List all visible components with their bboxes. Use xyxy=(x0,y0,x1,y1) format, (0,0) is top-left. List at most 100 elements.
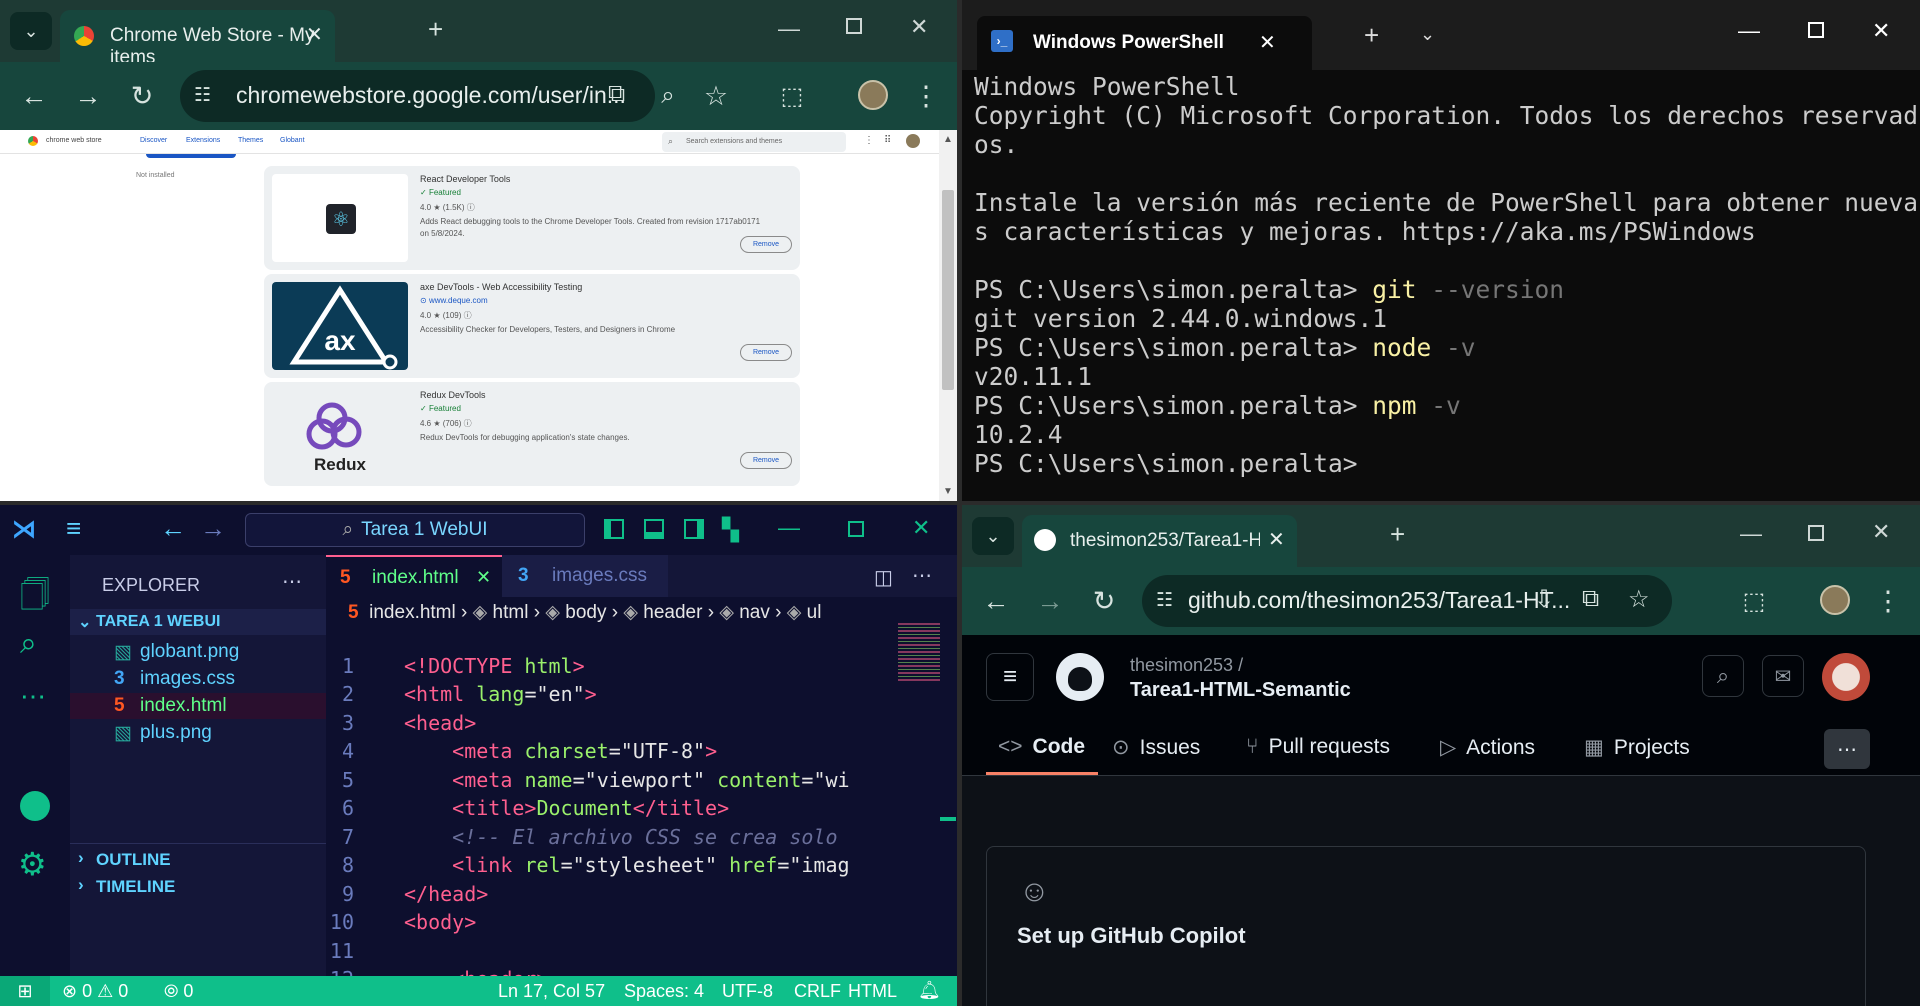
extensions-icon[interactable]: ⬚ xyxy=(1734,581,1774,621)
user-avatar[interactable] xyxy=(1822,653,1870,701)
site-info-icon[interactable]: ☷ xyxy=(194,84,218,108)
maximize-icon[interactable] xyxy=(848,521,864,537)
close-tab-icon[interactable]: ✕ xyxy=(1268,527,1285,552)
profile-avatar[interactable] xyxy=(858,80,888,110)
toggle-panel-icon[interactable] xyxy=(644,519,664,539)
github-logo-icon[interactable] xyxy=(1056,653,1104,701)
accounts-icon[interactable] xyxy=(20,791,50,821)
notifications-bell-icon[interactable]: 🔔︎ xyxy=(918,980,941,1001)
back-icon[interactable]: ← xyxy=(160,513,186,544)
close-window-icon[interactable]: ✕ xyxy=(1872,18,1890,44)
encoding-status[interactable]: UTF-8 xyxy=(722,981,773,1002)
manage-gear-icon[interactable]: ⚙ xyxy=(18,845,47,883)
kebab-menu-icon[interactable]: ⋮ xyxy=(864,135,874,146)
outline-section[interactable]: › OUTLINE xyxy=(70,843,326,869)
breadcrumb-item[interactable]: header xyxy=(643,602,702,623)
remove-button[interactable]: Remove xyxy=(740,344,792,361)
apps-grid-icon[interactable]: ⠿ xyxy=(884,135,891,146)
ports-status[interactable]: ⦾ 0 xyxy=(164,981,193,1002)
editor-more-icon[interactable]: ⋯ xyxy=(912,563,932,588)
breadcrumb-item[interactable]: nav xyxy=(739,602,770,623)
tab-chrome-web-store[interactable]: Chrome Web Store - My items ✕ xyxy=(60,10,335,68)
chrome-menu-icon[interactable]: ⋮ xyxy=(906,76,946,116)
command-center-search[interactable]: ⌕ Tarea 1 WebUI xyxy=(245,513,585,547)
problems-status[interactable]: ⊗ 0 ⚠ 0 xyxy=(62,981,128,1002)
tab-search-button[interactable]: ⌄ xyxy=(972,517,1014,555)
breadcrumb-item[interactable]: html xyxy=(493,602,529,623)
new-tab-icon[interactable]: + xyxy=(428,14,443,45)
minimize-icon[interactable]: — xyxy=(1740,521,1762,547)
minimize-icon[interactable]: — xyxy=(778,16,800,42)
minimap[interactable] xyxy=(898,623,940,683)
close-tab-icon[interactable]: ✕ xyxy=(1259,30,1276,55)
customize-layout-icon[interactable]: ▚ xyxy=(722,517,739,543)
extension-publisher[interactable]: ⊙ www.deque.com xyxy=(420,296,488,305)
cws-search-box[interactable]: ⌕ Search extensions and themes xyxy=(662,132,846,152)
minimize-icon[interactable]: — xyxy=(1738,18,1760,44)
nav-themes[interactable]: Themes xyxy=(238,137,263,144)
back-icon[interactable]: ← xyxy=(14,76,54,116)
toggle-secondary-sidebar-icon[interactable] xyxy=(684,519,704,539)
tab-github[interactable]: thesimon253/Tarea1-HTML-Sem ✕ xyxy=(1022,515,1297,567)
close-window-icon[interactable]: ✕ xyxy=(910,14,928,40)
translate-icon[interactable]: ⧉ xyxy=(1582,585,1599,613)
nav-projects[interactable]: ▦ Projects xyxy=(1584,735,1690,760)
tab-search-button[interactable]: ⌄ xyxy=(10,12,52,50)
extensions-icon[interactable]: ⬚ xyxy=(772,76,812,116)
forward-icon[interactable]: → xyxy=(1030,581,1070,621)
search-icon[interactable]: ⌕ xyxy=(1702,655,1744,697)
maximize-icon[interactable] xyxy=(1808,22,1824,38)
tab-powershell[interactable]: ›_ Windows PowerShell ✕ xyxy=(977,16,1312,70)
nav-issues[interactable]: ⊙ Issues xyxy=(1112,735,1200,760)
remove-button[interactable]: Remove xyxy=(740,452,792,469)
new-tab-icon[interactable]: + xyxy=(1364,20,1379,51)
timeline-section[interactable]: › TIMELINE xyxy=(70,871,326,897)
scrollbar-thumb[interactable] xyxy=(942,190,954,390)
explorer-files-icon[interactable]: 🗍 xyxy=(20,573,50,624)
explorer-more-icon[interactable]: ⋯ xyxy=(282,569,302,594)
reload-icon[interactable]: ↻ xyxy=(122,76,162,116)
maximize-icon[interactable] xyxy=(1808,525,1824,541)
file-item[interactable]: 3 images.css xyxy=(70,666,326,692)
page-scrollbar[interactable]: ▲ ▼ xyxy=(939,130,957,501)
nav-actions[interactable]: ▷ Actions xyxy=(1440,735,1535,760)
cws-avatar[interactable] xyxy=(906,134,920,148)
terminal-output[interactable]: Windows PowerShell Copyright (C) Microsof… xyxy=(974,72,1918,478)
file-item[interactable]: ▧ plus.png xyxy=(70,720,326,746)
close-tab-icon[interactable]: ✕ xyxy=(306,22,323,47)
language-mode[interactable]: HTML xyxy=(848,981,897,1002)
close-tab-icon[interactable]: ✕ xyxy=(476,567,491,588)
minimize-icon[interactable]: — xyxy=(778,515,800,541)
split-editor-icon[interactable]: ◫ xyxy=(874,565,893,590)
address-bar[interactable]: ☷ chromewebstore.google.com/user/in... ⧉ xyxy=(180,70,655,122)
profile-avatar[interactable] xyxy=(1820,585,1850,615)
zoom-icon[interactable]: ⌕ xyxy=(648,76,688,116)
code-editor[interactable]: 1 <!DOCTYPE html> 2 <html lang="en"> 3 <head>… xyxy=(326,623,891,1006)
tab-images-css[interactable]: 3 images.css xyxy=(502,555,668,597)
bookmark-star-icon[interactable]: ☆ xyxy=(696,76,736,116)
scroll-down-icon[interactable]: ▼ xyxy=(943,486,953,497)
chrome-menu-icon[interactable]: ⋮ xyxy=(1868,581,1908,621)
hamburger-menu-icon[interactable]: ≡ xyxy=(986,653,1034,701)
back-icon[interactable]: ← xyxy=(976,581,1016,621)
hamburger-menu-icon[interactable]: ≡ xyxy=(66,513,81,544)
nav-globant[interactable]: Globant xyxy=(280,137,305,144)
close-window-icon[interactable]: ✕ xyxy=(912,515,930,541)
nav-code[interactable]: <> Code xyxy=(998,735,1085,759)
site-info-icon[interactable]: ☷ xyxy=(1156,589,1173,612)
new-tab-icon[interactable]: + xyxy=(1390,519,1405,550)
nav-extensions[interactable]: Extensions xyxy=(186,137,220,144)
eol-status[interactable]: CRLF xyxy=(794,981,841,1002)
inbox-icon[interactable]: ✉ xyxy=(1762,655,1804,697)
repo-owner[interactable]: thesimon253 / xyxy=(1130,655,1243,676)
address-bar[interactable]: ☷ github.com/thesimon253/Tarea1-HT... ⇩ … xyxy=(1142,575,1672,627)
more-views-icon[interactable]: ⋯ xyxy=(20,681,46,712)
tab-index-html[interactable]: 5 index.html ✕ xyxy=(326,555,502,597)
breadcrumb-item[interactable]: index.html xyxy=(369,602,456,623)
install-app-icon[interactable]: ⇩ xyxy=(1534,585,1554,614)
more-nav-icon[interactable]: ⋯ xyxy=(1824,729,1870,769)
breadcrumb-item[interactable]: body xyxy=(565,602,606,623)
scroll-up-icon[interactable]: ▲ xyxy=(943,134,953,145)
dropdown-chevron-icon[interactable]: ⌄ xyxy=(1420,24,1435,45)
file-item-active[interactable]: 5 index.html xyxy=(70,693,326,719)
